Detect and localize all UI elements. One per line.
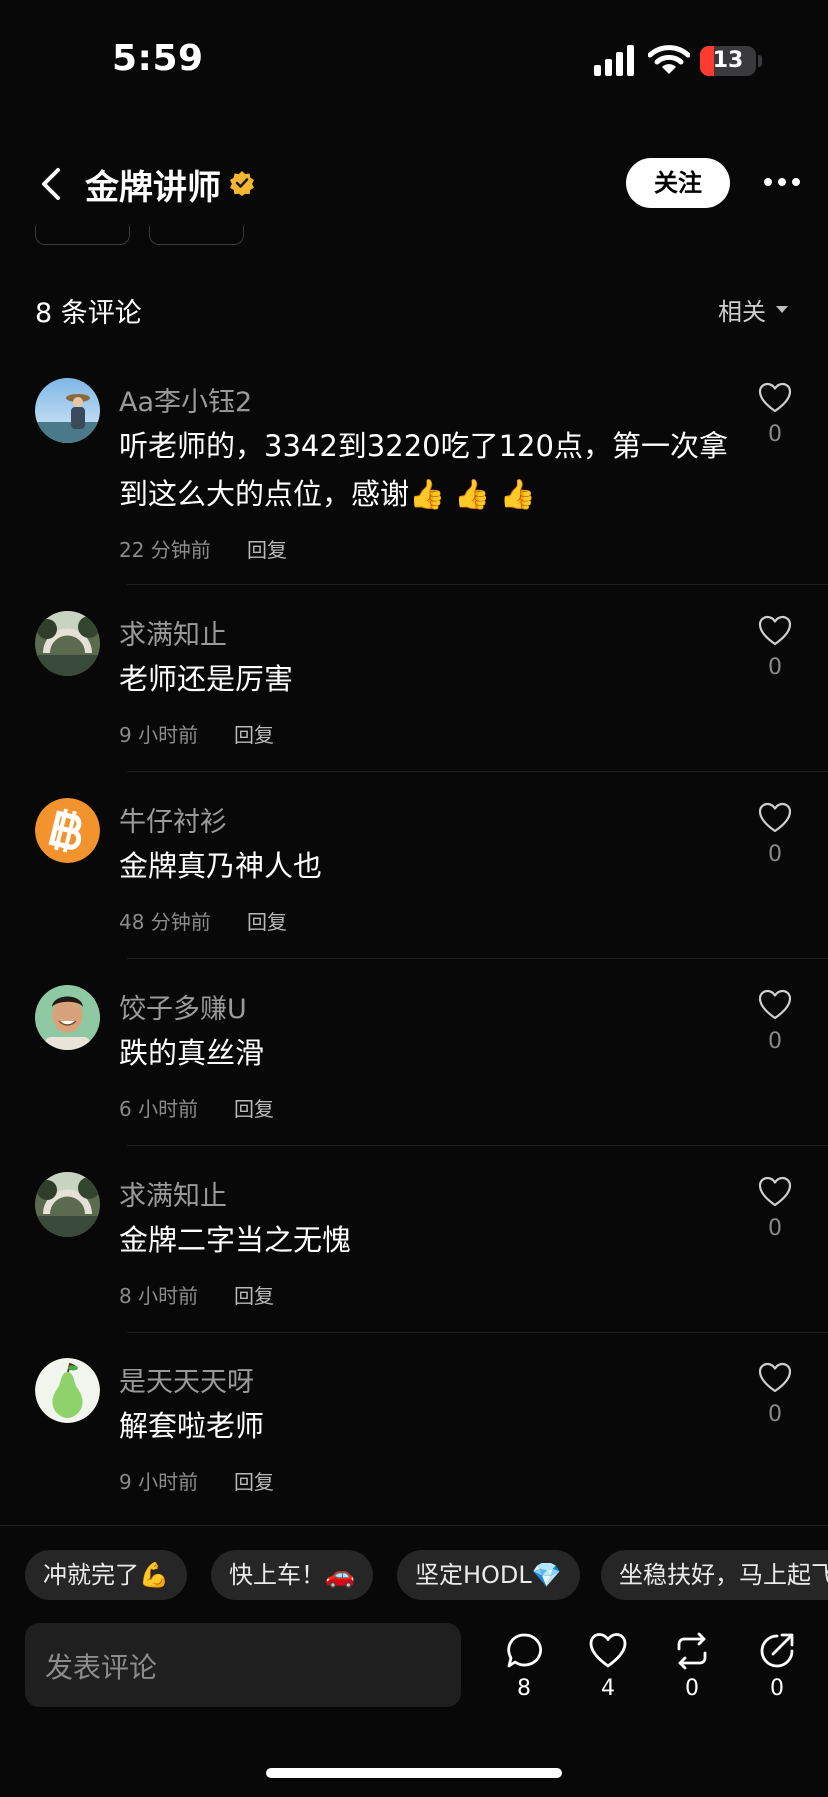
heart-icon[interactable] <box>758 1362 792 1394</box>
comment-time: 22 分钟前 <box>119 538 211 562</box>
battery-icon: 13 <box>700 46 756 76</box>
home-indicator[interactable] <box>266 1768 562 1778</box>
like-count: 0 <box>768 1216 782 1241</box>
comment-icon[interactable] <box>505 1632 543 1670</box>
like-count-button[interactable]: 4 <box>588 1676 628 1701</box>
comment-username[interactable]: 牛仔衬衫 <box>119 800 227 839</box>
quick-reply-chip[interactable]: 冲就完了💪 <box>25 1550 187 1600</box>
comment-time: 9 小时前 <box>119 723 199 747</box>
comment-time: 6 小时前 <box>119 1097 199 1121</box>
signal-icon <box>594 44 636 76</box>
divider <box>127 1332 828 1333</box>
comment-text: 金牌真乃神人也 <box>119 849 323 883</box>
comment-text: 金牌二字当之无愧 <box>119 1223 352 1257</box>
like-count: 0 <box>768 1029 782 1054</box>
like-count: 0 <box>768 655 782 680</box>
reply-button[interactable]: 回复 <box>234 1280 274 1309</box>
heart-icon[interactable] <box>758 989 792 1021</box>
avatar[interactable] <box>35 1358 100 1423</box>
comment-count-button[interactable]: 8 <box>504 1676 544 1701</box>
heart-icon[interactable] <box>758 1176 792 1208</box>
comment-text: 跌的真丝滑 <box>119 1036 265 1070</box>
divider <box>127 584 828 585</box>
quick-reply-chip[interactable]: 快上车！🚗 <box>211 1550 373 1600</box>
avatar[interactable] <box>35 985 100 1050</box>
chevron-left-icon[interactable] <box>38 166 64 202</box>
sort-dropdown[interactable]: 相关 <box>718 292 766 327</box>
divider <box>127 958 828 959</box>
comment-text: 听老师的，3342到3220吃了120点，第一次拿到这么大的点位，感谢👍 👍 👍 <box>119 429 728 511</box>
quick-reply-chip[interactable]: 坐稳扶好，马上起飞 <box>601 1550 828 1600</box>
comment-username[interactable]: 饺子多赚U <box>119 987 247 1026</box>
status-time: 5:59 <box>112 38 204 79</box>
more-icon[interactable] <box>762 174 802 190</box>
like-count: 0 <box>768 422 782 447</box>
like-count: 0 <box>768 1402 782 1427</box>
page-title[interactable]: 金牌讲师 <box>85 160 221 209</box>
heart-icon[interactable] <box>758 382 792 414</box>
divider <box>127 771 828 772</box>
avatar[interactable] <box>35 611 100 676</box>
share-count-button[interactable]: 0 <box>757 1676 797 1701</box>
quick-reply-chip[interactable]: 坚定HODL💎 <box>397 1550 580 1600</box>
repost-icon[interactable] <box>673 1632 711 1670</box>
peek-chip-right <box>149 226 244 245</box>
battery-level: 13 <box>712 48 744 73</box>
peek-chip-left <box>35 226 130 245</box>
comment-time: 48 分钟前 <box>119 910 211 934</box>
heart-icon[interactable] <box>589 1632 627 1670</box>
heart-icon[interactable] <box>758 615 792 647</box>
repost-count-button[interactable]: 0 <box>672 1676 712 1701</box>
share-icon[interactable] <box>758 1632 796 1670</box>
reply-button[interactable]: 回复 <box>234 719 274 748</box>
wifi-icon <box>648 45 690 74</box>
heart-icon[interactable] <box>758 802 792 834</box>
follow-button[interactable]: 关注 <box>626 158 730 208</box>
comment-text: 解套啦老师 <box>119 1409 265 1443</box>
avatar[interactable] <box>35 798 100 863</box>
comment-username[interactable]: 求满知止 <box>119 1174 227 1213</box>
comment-time: 8 小时前 <box>119 1284 199 1308</box>
divider <box>127 1145 828 1146</box>
comment-username[interactable]: 是天天天呀 <box>119 1360 254 1399</box>
reply-button[interactable]: 回复 <box>234 1466 274 1495</box>
like-count: 0 <box>768 842 782 867</box>
avatar[interactable] <box>35 378 100 443</box>
reply-button[interactable]: 回复 <box>234 1093 274 1122</box>
battery-tip <box>758 55 762 67</box>
reply-button[interactable]: 回复 <box>247 906 287 935</box>
comment-text: 老师还是厉害 <box>119 662 294 696</box>
avatar[interactable] <box>35 1172 100 1237</box>
reply-button[interactable]: 回复 <box>247 534 287 563</box>
caret-down-icon[interactable] <box>776 306 788 313</box>
comment-input-placeholder[interactable]: 发表评论 <box>45 1646 157 1686</box>
verified-icon <box>230 171 254 196</box>
comment-time: 9 小时前 <box>119 1470 199 1494</box>
comment-username[interactable]: 求满知止 <box>119 613 227 652</box>
comment-count: 8 条评论 <box>35 298 142 329</box>
comment-username[interactable]: Aa李小钰2 <box>119 380 252 419</box>
